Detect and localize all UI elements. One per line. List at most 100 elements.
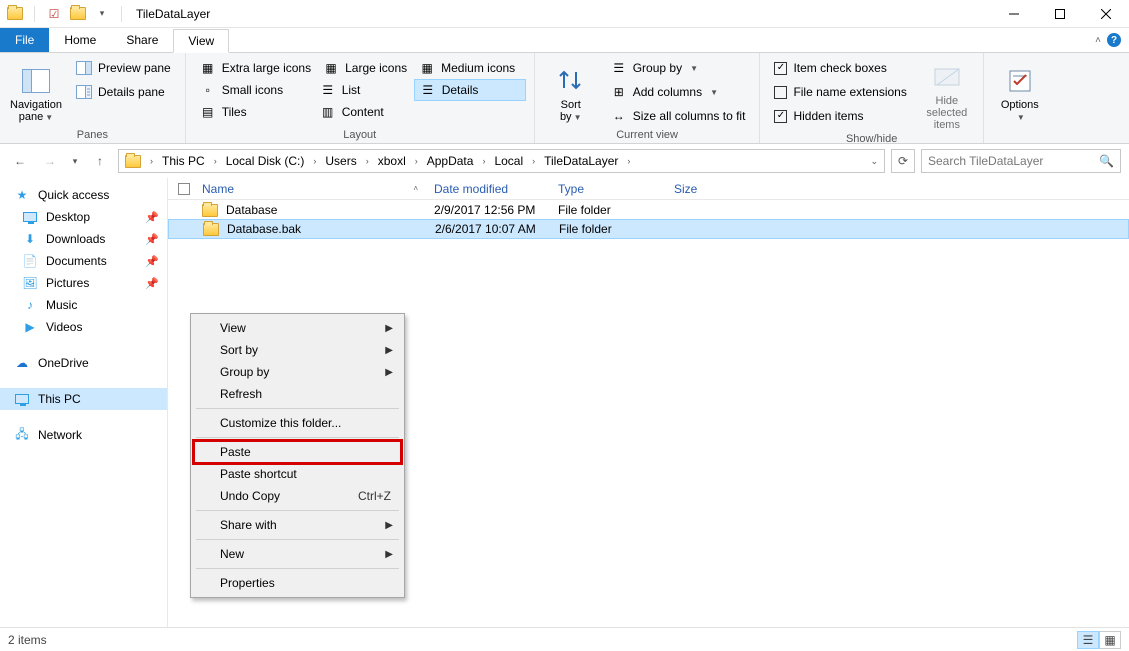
folder-icon [202,204,218,217]
nav-downloads[interactable]: ⬇Downloads📌 [0,228,167,250]
layout-lg[interactable]: ▦Large icons [317,57,413,79]
select-all-checkbox[interactable] [174,183,194,195]
col-date[interactable]: Date modified [426,182,550,196]
size-columns-button[interactable]: ↔Size all columns to fit [605,105,752,127]
ribbon-group-options: Options▼ [984,53,1056,143]
item-checkboxes-toggle[interactable]: Item check boxes [768,57,912,79]
ribbon-collapse[interactable]: ˄ ? [1095,28,1129,52]
chevron-up-icon: ˄ [1095,35,1101,46]
layout-sm[interactable]: ▫Small icons [194,79,314,101]
titlebar: ☑ ▾ TileDataLayer [0,0,1129,28]
back-button[interactable]: ← [8,149,32,173]
hidden-items-toggle[interactable]: Hidden items [768,105,912,127]
context-menu: View▶ Sort by▶ Group by▶ Refresh Customi… [190,313,405,598]
tab-file[interactable]: File [0,28,49,52]
layout-md[interactable]: ▦Medium icons [413,57,521,79]
ctx-customize[interactable]: Customize this folder... [194,412,401,434]
sort-by-button[interactable]: Sortby▼ [543,57,599,127]
ctx-properties[interactable]: Properties [194,572,401,594]
ctx-refresh[interactable]: Refresh [194,383,401,405]
layout-tiles[interactable]: ▤Tiles [194,101,314,123]
qat-dropdown-icon[interactable]: ▾ [93,5,111,23]
crumb-tiledata[interactable]: TileDataLayer [540,150,622,172]
layout-xl[interactable]: ▦Extra large icons [194,57,317,79]
chevron-right-icon: ▶ [385,367,393,378]
ctx-sortby[interactable]: Sort by▶ [194,339,401,361]
crumb-local[interactable]: Local [490,150,527,172]
address-folder-icon [121,150,145,172]
col-name[interactable]: Name˄ [194,182,426,196]
col-size[interactable]: Size [666,182,746,196]
nav-videos[interactable]: ▶Videos [0,316,167,338]
nav-quick-access[interactable]: ★Quick access [0,184,167,206]
minimize-button[interactable] [991,0,1037,28]
details-pane-icon [76,84,92,100]
hide-selected-button[interactable]: Hide selecteditems [919,57,975,131]
details-icon: ☰ [420,82,436,98]
options-button[interactable]: Options▼ [992,57,1048,127]
chevron-right-icon[interactable]: › [147,156,156,166]
tab-share[interactable]: Share [111,28,173,52]
crumb-users[interactable]: Users [321,150,360,172]
nav-network[interactable]: 🖧Network [0,424,167,446]
group-by-button[interactable]: ☰Group by▼ [605,57,752,79]
forward-button[interactable]: → [38,149,62,173]
refresh-button[interactable]: ⟳ [891,149,915,173]
ctx-paste-shortcut[interactable]: Paste shortcut [194,463,401,485]
hide-selected-icon [931,61,963,93]
col-type[interactable]: Type [550,182,666,196]
details-pane-button[interactable]: Details pane [70,81,177,103]
nav-documents[interactable]: 📄Documents📌 [0,250,167,272]
nav-desktop[interactable]: Desktop📌 [0,206,167,228]
nav-pictures[interactable]: 🖼Pictures📌 [0,272,167,294]
crumb-user[interactable]: xboxl [374,150,410,172]
chevron-right-icon: ▶ [385,549,393,560]
nav-music[interactable]: ♪Music [0,294,167,316]
layout-details[interactable]: ☰Details [414,79,526,101]
checkbox-on-icon [774,110,787,123]
ctx-undo[interactable]: Undo CopyCtrl+Z [194,485,401,507]
checkbox-off-icon [774,86,787,99]
ribbon-group-showhide: Item check boxes File name extensions Hi… [760,53,983,143]
layout-content[interactable]: ▥Content [314,101,414,123]
file-row[interactable]: Database.bak 2/6/2017 10:07 AM File fold… [168,219,1129,239]
ctx-groupby[interactable]: Group by▶ [194,361,401,383]
recent-dropdown[interactable]: ▾ [68,149,82,173]
file-row[interactable]: Database 2/9/2017 12:56 PM File folder [168,200,1129,220]
navigation-pane-button[interactable]: Navigationpane▼ [8,57,64,127]
ctx-view[interactable]: View▶ [194,317,401,339]
chevron-right-icon: ▶ [385,323,393,334]
nav-onedrive[interactable]: ☁OneDrive [0,352,167,374]
tab-home[interactable]: Home [49,28,111,52]
pc-icon [14,391,30,407]
maximize-button[interactable] [1037,0,1083,28]
chevron-down-icon[interactable]: ⌄ [870,156,878,167]
music-icon: ♪ [22,297,38,313]
chevron-right-icon: ▶ [385,345,393,356]
add-columns-button[interactable]: ⊞Add columns▼ [605,81,752,103]
ctx-paste[interactable]: Paste [194,441,401,463]
filename-ext-toggle[interactable]: File name extensions [768,81,912,103]
file-type: File folder [550,203,666,217]
search-input[interactable]: Search TileDataLayer 🔍 [921,149,1121,173]
search-placeholder: Search TileDataLayer [928,154,1043,168]
documents-icon: 📄 [22,253,38,269]
ctx-sharewith[interactable]: Share with▶ [194,514,401,536]
address-bar[interactable]: › This PC› Local Disk (C:)› Users› xboxl… [118,149,885,173]
quick-access-toolbar: ☑ ▾ [0,5,132,23]
tab-view[interactable]: View [173,29,229,53]
up-button[interactable]: ↑ [88,149,112,173]
nav-thispc[interactable]: This PC [0,388,167,410]
qat-properties-icon[interactable]: ☑ [45,5,63,23]
qat-newfolder-icon[interactable] [69,5,87,23]
view-large-toggle[interactable]: ▦ [1099,631,1121,649]
help-icon[interactable]: ? [1107,33,1121,47]
view-details-toggle[interactable]: ☰ [1077,631,1099,649]
layout-list[interactable]: ☰List [314,79,414,101]
ctx-new[interactable]: New▶ [194,543,401,565]
crumb-appdata[interactable]: AppData [423,150,478,172]
crumb-c[interactable]: Local Disk (C:) [222,150,309,172]
preview-pane-button[interactable]: Preview pane [70,57,177,79]
crumb-thispc[interactable]: This PC [158,150,209,172]
close-button[interactable] [1083,0,1129,28]
